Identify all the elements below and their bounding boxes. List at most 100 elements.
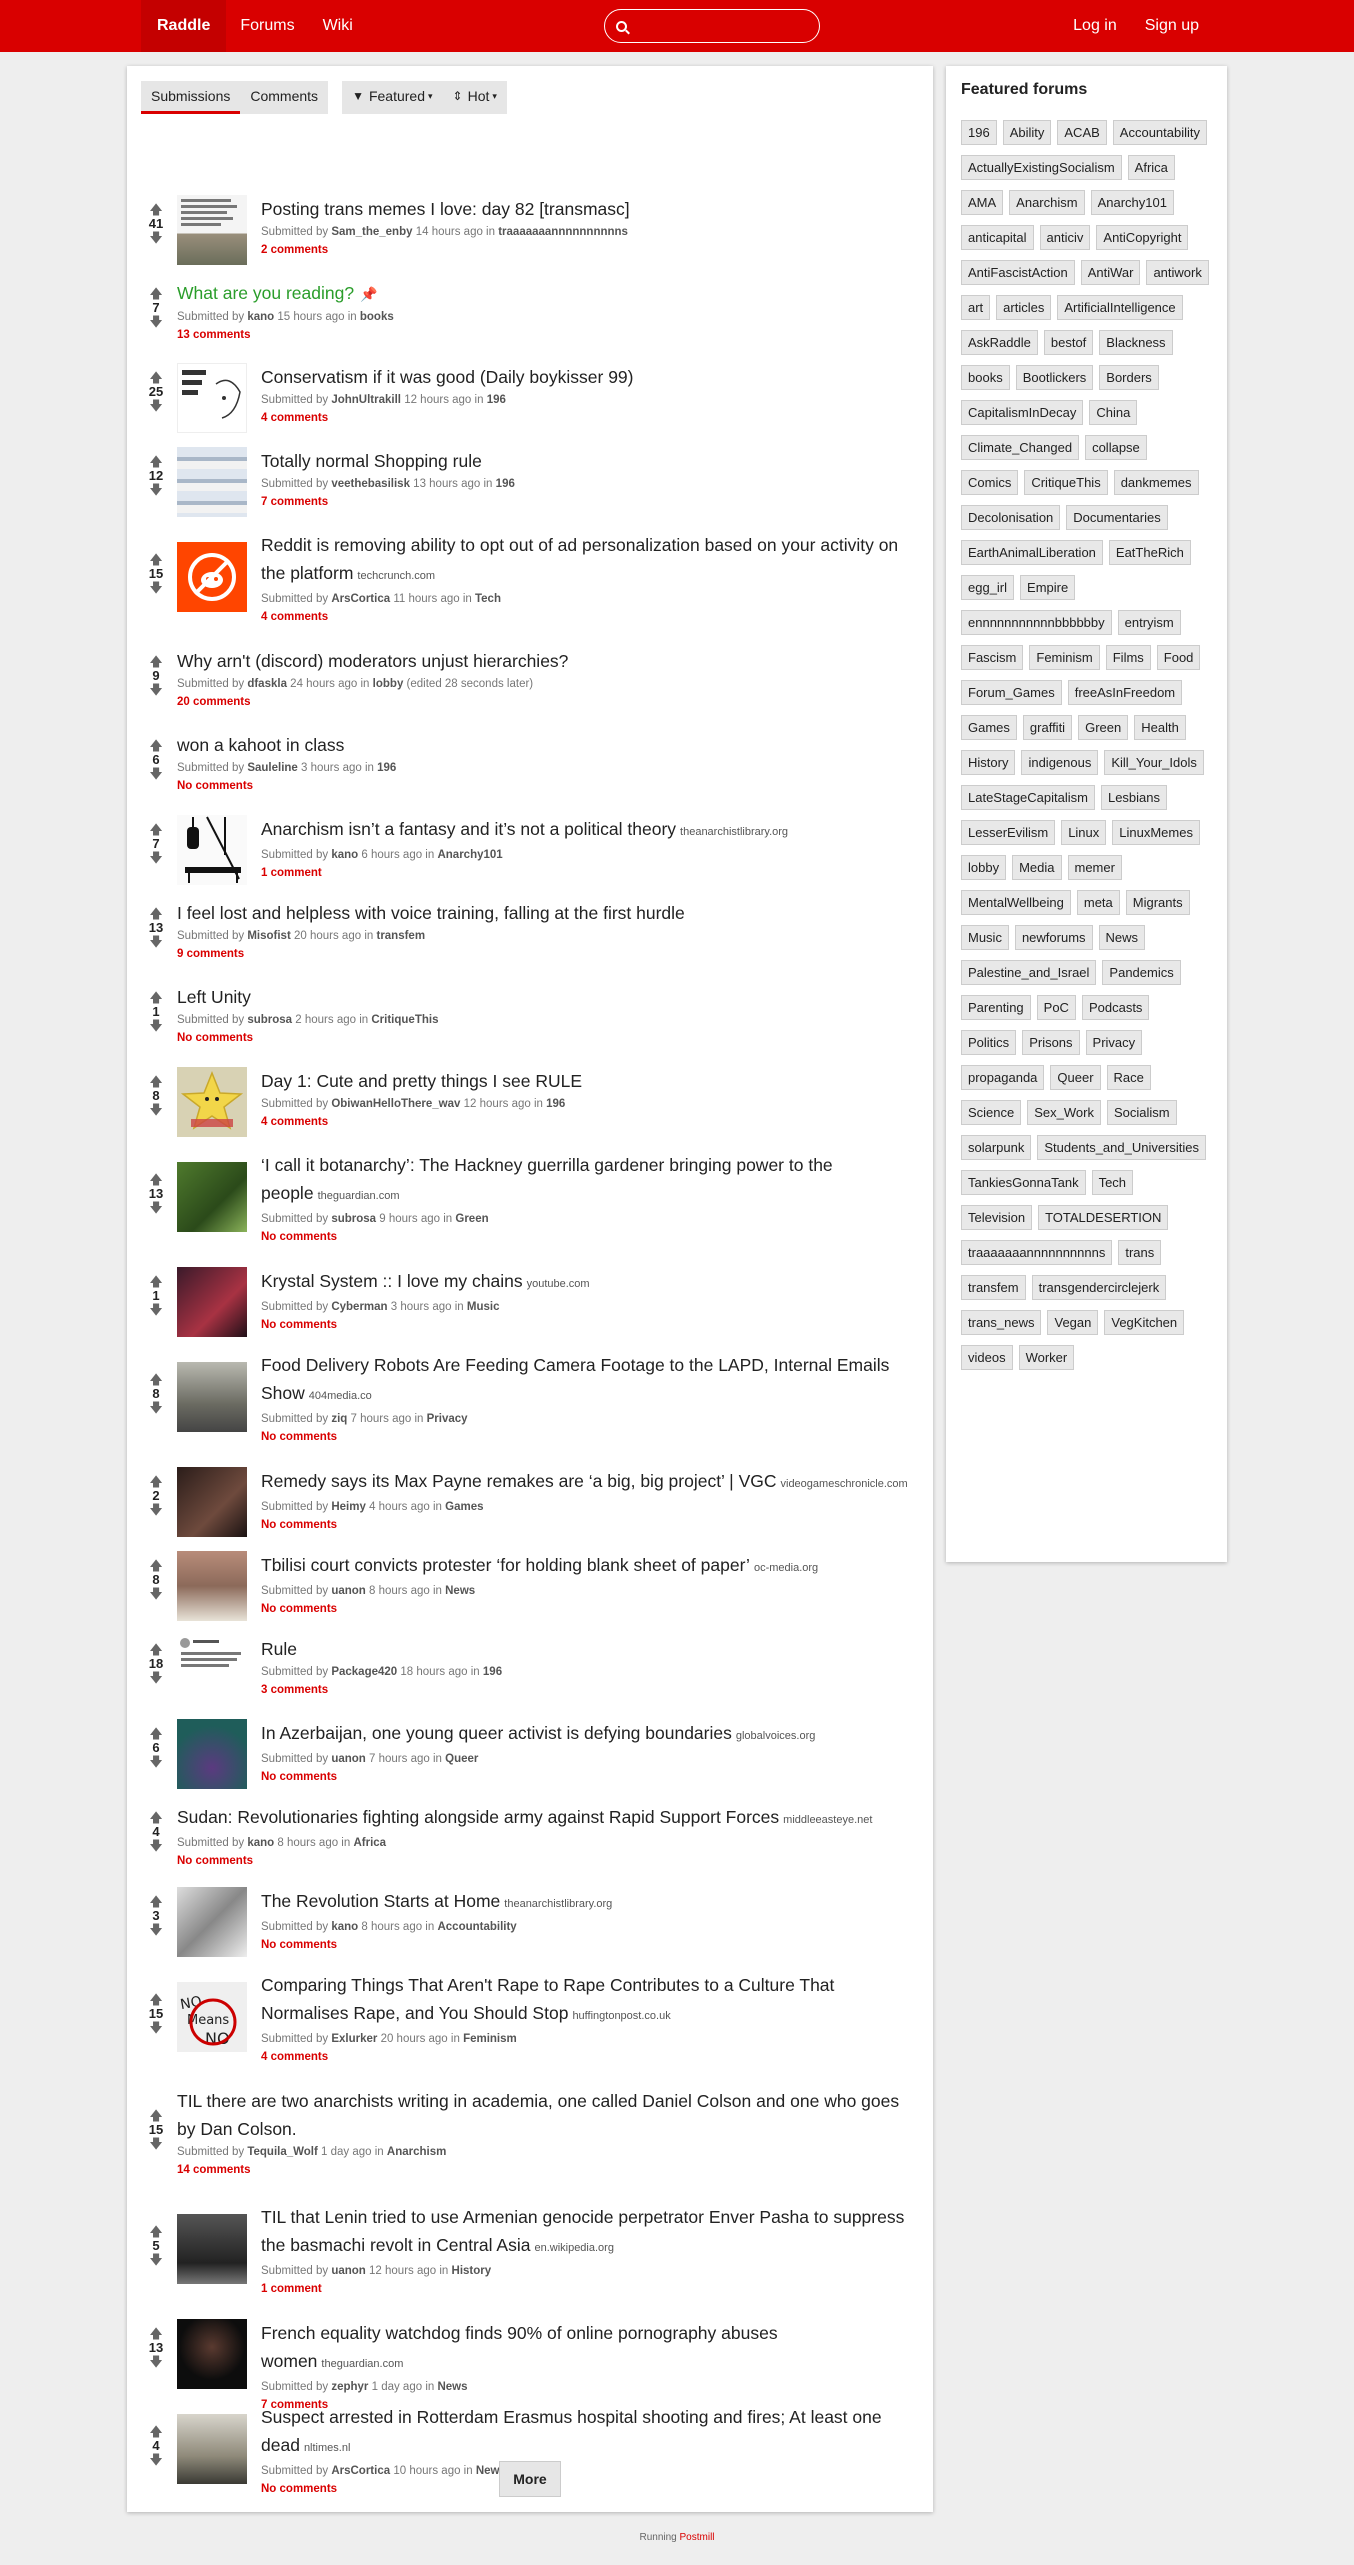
submission-comments-link[interactable]: 14 comments	[177, 2161, 921, 2179]
forum-tag[interactable]: VegKitchen	[1104, 1310, 1185, 1335]
submission-comments-link[interactable]: No comments	[177, 777, 921, 795]
forum-tag[interactable]: Students_and_Universities	[1037, 1135, 1207, 1160]
submission-comments-link[interactable]: 7 comments	[261, 493, 921, 511]
downvote-arrow-icon[interactable]: 🡇	[141, 1019, 171, 1032]
submission-domain[interactable]: en.wikipedia.org	[534, 2242, 614, 2254]
submission-title-link[interactable]: won a kahoot in class	[177, 735, 344, 755]
submission-forum-link[interactable]: Anarchy101	[437, 849, 502, 861]
submission-thumbnail[interactable]	[177, 2214, 247, 2284]
submission-thumbnail[interactable]	[177, 447, 247, 517]
forum-tag[interactable]: anticapital	[961, 225, 1034, 250]
forum-tag[interactable]: Television	[961, 1205, 1033, 1230]
submission-forum-link[interactable]: Africa	[353, 1837, 386, 1849]
submission-author-link[interactable]: subrosa	[331, 1213, 376, 1225]
forum-tag[interactable]: collapse	[1085, 435, 1147, 460]
forum-tag[interactable]: Parenting	[961, 995, 1031, 1020]
submission-title-link[interactable]: What are you reading?	[177, 283, 354, 303]
submission-title-link[interactable]: Rule	[261, 1639, 297, 1659]
forum-tag[interactable]: News	[1098, 925, 1146, 950]
submission-author-link[interactable]: Tequila_Wolf	[247, 2146, 318, 2158]
forum-tag[interactable]: Feminism	[1029, 645, 1100, 670]
forum-tag[interactable]: Podcasts	[1081, 995, 1150, 1020]
submission-author-link[interactable]: dfaskla	[247, 678, 287, 690]
forum-tag[interactable]: EatTheRich	[1108, 540, 1191, 565]
submission-author-link[interactable]: subrosa	[247, 1014, 292, 1026]
submission-thumbnail[interactable]	[177, 2414, 247, 2484]
forum-tag[interactable]: egg_irl	[961, 575, 1015, 600]
submission-comments-link[interactable]: 1 comment	[261, 2280, 921, 2298]
submission-title-link[interactable]: Krystal System :: I love my chains	[261, 1271, 523, 1291]
forum-tag[interactable]: CapitalismInDecay	[961, 400, 1084, 425]
upvote-arrow-icon[interactable]: 🡅	[141, 1475, 171, 1488]
submission-title-link[interactable]: TIL there are two anarchists writing in …	[177, 2091, 899, 2139]
forum-tag[interactable]: Kill_Your_Idols	[1104, 750, 1204, 775]
downvote-arrow-icon[interactable]: 🡇	[141, 581, 171, 594]
submission-thumbnail[interactable]	[177, 1362, 247, 1432]
upvote-arrow-icon[interactable]: 🡅	[141, 1275, 171, 1288]
submission-title-link[interactable]: Day 1: Cute and pretty things I see RULE	[261, 1071, 582, 1091]
forum-tag[interactable]: Comics	[961, 470, 1019, 495]
submission-author-link[interactable]: kano	[331, 849, 358, 861]
forum-tag[interactable]: Race	[1106, 1065, 1151, 1090]
submission-domain[interactable]: theanarchistlibrary.org	[680, 826, 788, 838]
forum-tag[interactable]: LinuxMemes	[1112, 820, 1200, 845]
forum-tag[interactable]: ennnnnnnnnnnbbbbbby	[961, 610, 1112, 635]
downvote-arrow-icon[interactable]: 🡇	[141, 1503, 171, 1516]
submission-comments-link[interactable]: No comments	[261, 1600, 921, 1618]
forum-tag[interactable]: CritiqueThis	[1024, 470, 1108, 495]
submission-forum-link[interactable]: CritiqueThis	[371, 1014, 438, 1026]
forum-tag[interactable]: Decolonisation	[961, 505, 1061, 530]
forum-tag[interactable]: Prisons	[1022, 1030, 1080, 1055]
forum-tag[interactable]: Politics	[961, 1030, 1017, 1055]
submission-title-link[interactable]: Totally normal Shopping rule	[261, 451, 482, 471]
downvote-arrow-icon[interactable]: 🡇	[141, 851, 171, 864]
submission-forum-link[interactable]: History	[452, 2265, 492, 2277]
upvote-arrow-icon[interactable]: 🡅	[141, 287, 171, 300]
forum-tag[interactable]: Sex_Work	[1027, 1100, 1101, 1125]
submission-author-link[interactable]: Cyberman	[331, 1301, 387, 1313]
submission-title-link[interactable]: Posting trans memes I love: day 82 [tran…	[261, 199, 630, 219]
submission-title-link[interactable]: Tbilisi court convicts protester ‘for ho…	[261, 1555, 750, 1575]
submission-author-link[interactable]: ArsCortica	[331, 2465, 390, 2477]
more-button[interactable]: More	[499, 2461, 561, 2497]
downvote-arrow-icon[interactable]: 🡇	[141, 2021, 171, 2034]
upvote-arrow-icon[interactable]: 🡅	[141, 2327, 171, 2340]
submission-comments-link[interactable]: No comments	[261, 1936, 921, 1954]
submission-comments-link[interactable]: 9 comments	[177, 945, 921, 963]
submission-title-link[interactable]: In Azerbaijan, one young queer activist …	[261, 1723, 732, 1743]
submission-forum-link[interactable]: Privacy	[427, 1413, 468, 1425]
forum-tag[interactable]: trans_news	[961, 1310, 1042, 1335]
forum-tag[interactable]: meta	[1076, 890, 1120, 915]
submission-comments-link[interactable]: 4 comments	[261, 2048, 921, 2066]
upvote-arrow-icon[interactable]: 🡅	[141, 1993, 171, 2006]
forum-tag[interactable]: Science	[961, 1100, 1022, 1125]
forum-tag[interactable]: Queer	[1050, 1065, 1101, 1090]
submission-author-link[interactable]: Package420	[331, 1666, 397, 1678]
downvote-arrow-icon[interactable]: 🡇	[141, 2253, 171, 2266]
forum-tag[interactable]: TOTALDESERTION	[1038, 1205, 1169, 1230]
tab-submissions[interactable]: Submissions	[141, 81, 241, 114]
submission-thumbnail[interactable]	[177, 195, 247, 265]
forum-tag[interactable]: videos	[961, 1345, 1013, 1370]
upvote-arrow-icon[interactable]: 🡅	[141, 1173, 171, 1186]
submission-domain[interactable]: nltimes.nl	[304, 2442, 350, 2454]
submission-author-link[interactable]: uanon	[331, 1753, 366, 1765]
submission-comments-link[interactable]: No comments	[177, 1852, 921, 1870]
submission-forum-link[interactable]: Feminism	[463, 2033, 517, 2045]
forum-tag[interactable]: Music	[961, 925, 1009, 950]
forum-tag[interactable]: transgendercirclejerk	[1031, 1275, 1167, 1300]
upvote-arrow-icon[interactable]: 🡅	[141, 2109, 171, 2122]
submission-domain[interactable]: videogameschronicle.com	[781, 1478, 908, 1490]
upvote-arrow-icon[interactable]: 🡅	[141, 655, 171, 668]
forum-tag[interactable]: Tech	[1091, 1170, 1134, 1195]
forum-tag[interactable]: EarthAnimalLiberation	[961, 540, 1103, 565]
nav-forums-link[interactable]: Forums	[226, 0, 308, 52]
submission-thumbnail[interactable]	[177, 2319, 247, 2389]
submission-forum-link[interactable]: Tech	[475, 593, 501, 605]
postmill-link[interactable]: Postmill	[680, 2532, 715, 2543]
submission-title-link[interactable]: Sudan: Revolutionaries fighting alongsid…	[177, 1807, 779, 1827]
submission-forum-link[interactable]: 196	[487, 394, 506, 406]
submission-author-link[interactable]: Misofist	[247, 930, 290, 942]
sort-hot-button[interactable]: ⇕ Hot ▾	[442, 81, 507, 114]
upvote-arrow-icon[interactable]: 🡅	[141, 553, 171, 566]
